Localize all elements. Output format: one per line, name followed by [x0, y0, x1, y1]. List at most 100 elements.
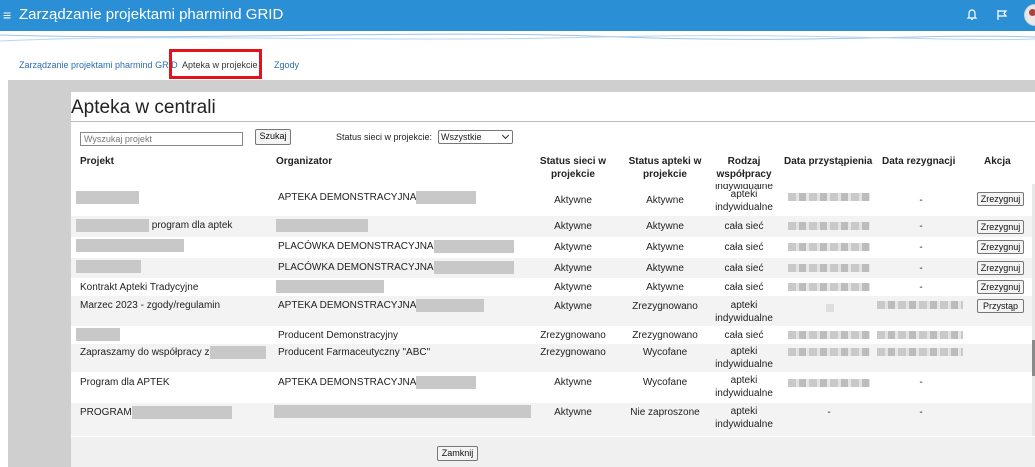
panel-footer [71, 437, 1035, 467]
column-header-data-rezygnacji: Data rezygnacji [882, 156, 956, 167]
row-rodzaj-line1: apteki [730, 189, 758, 200]
row-rodzaj-line1: apteki [730, 300, 758, 311]
redacted-project [209, 346, 266, 359]
row-rodzaj-line2: indywidualne [715, 202, 773, 213]
tab-project-management[interactable]: Zarządzanie projektami pharmind GRID [19, 60, 178, 70]
table-row: Kontrakt Apteki Tradycyjne Aktywne Aktyw… [71, 278, 1035, 296]
row-project: Program dla APTEK [80, 377, 170, 388]
redacted-organizer [433, 240, 514, 253]
flag-icon[interactable] [995, 8, 1009, 22]
app-bar: ≡ Zarządzanie projektami pharmind GRID [0, 0, 1035, 31]
header-wave-decoration [0, 33, 1035, 42]
redacted-organizer [276, 219, 368, 232]
table-row: Zapraszamy do współpracy z Producent Far… [71, 344, 1035, 372]
row-status-sieci: Aktywne [554, 282, 592, 293]
redacted-organizer [416, 376, 477, 389]
redacted-project [76, 191, 139, 204]
search-input[interactable] [80, 132, 243, 146]
redacted-project [76, 328, 120, 341]
redacted-join-date [788, 222, 870, 230]
row-rodzaj-line2: indywidualne [715, 359, 773, 370]
row-status-apteki: Aktywne [646, 242, 684, 253]
column-header-rodzaj: Rodzaj współpracy [716, 156, 772, 180]
row-data-rezygnacji: - [919, 242, 923, 253]
table-body: indywidualne APTEKA DEMONSTRACYJNA Aktyw… [71, 184, 1035, 436]
table-row: Program dla APTEK APTEKA DEMONSTRACYJNA … [71, 372, 1035, 403]
row-status-sieci: Aktywne [554, 301, 592, 312]
row-project: program dla aptek [151, 220, 233, 232]
row-data-rezygnacji: - [919, 282, 923, 293]
user-avatar-icon[interactable] [1024, 4, 1035, 26]
close-button[interactable]: Zamknij [437, 446, 478, 461]
chevron-down-icon [501, 131, 510, 140]
resign-button[interactable]: Zrezygnuj [977, 280, 1024, 294]
column-header-organizator: Organizator [276, 156, 333, 167]
redacted-join-date [788, 193, 870, 201]
panel-title: Apteka w centrali [71, 97, 1035, 122]
row-status-apteki: Aktywne [646, 195, 684, 206]
table-row: Producent Demonstracyjny Zrezygnowano Zr… [71, 326, 1035, 344]
row-organizer: APTEKA DEMONSTRACYJNA [278, 300, 417, 312]
join-button[interactable]: Przystąp [977, 299, 1024, 313]
redacted-join-date [826, 304, 834, 312]
row-rodzaj: cała sieć [724, 282, 764, 293]
row-rodzaj-line2: indywidualne [715, 313, 773, 324]
column-header-status-sieci: Status sieci w projekcie [539, 156, 607, 180]
table-row: PLACÓWKA DEMONSTRACYJNA Aktywne Aktywne … [71, 258, 1035, 278]
row-rodzaj-line1: apteki [730, 375, 758, 386]
table-row: PLACÓWKA DEMONSTRACYJNA Aktywne Aktywne … [71, 237, 1035, 258]
bell-icon[interactable] [965, 8, 979, 22]
row-status-apteki: Aktywne [646, 221, 684, 232]
row-rodzaj-line1: apteki [730, 406, 758, 417]
row-status-sieci: Aktywne [554, 221, 592, 232]
row-status-sieci: Zrezygnowano [540, 330, 606, 341]
redacted-join-date [788, 264, 870, 272]
redacted-resign-date [877, 331, 963, 339]
redacted-join-date [788, 348, 870, 356]
column-header-data-przystapienia: Data przystąpienia [784, 156, 873, 167]
status-filter-select[interactable]: Wszystkie [438, 130, 513, 144]
redacted-join-date [788, 379, 870, 387]
row-organizer: PLACÓWKA DEMONSTRACYJNA [278, 262, 434, 274]
row-data-rezygnacji: - [919, 195, 923, 206]
row-status-apteki: Zrezygnowano [632, 330, 698, 341]
row-organizer: APTEKA DEMONSTRACYJNA [278, 377, 417, 389]
row-status-apteki: Wycofane [642, 347, 688, 358]
table-row: PROGRAM Aktywne Nie zaproszone apteki in… [71, 403, 1035, 436]
tab-consents[interactable]: Zgody [274, 60, 299, 70]
resign-button[interactable]: Zrezygnuj [977, 240, 1024, 254]
status-filter-value: Wszystkie [441, 132, 482, 142]
resign-button[interactable]: Zrezygnuj [977, 192, 1024, 206]
tab-bar: Zarządzanie projektami pharmind GRID Apt… [0, 48, 1035, 80]
table-row: Marzec 2023 - zgody/regulamin APTEKA DEM… [71, 296, 1035, 326]
status-filter-label: Status sieci w projekcie: [336, 132, 433, 142]
redacted-organizer [274, 405, 531, 418]
row-rodzaj-line2: indywidualne [715, 419, 773, 430]
pharmacy-panel: Apteka w centrali Szukaj Status sieci w … [71, 92, 1035, 467]
redacted-join-date [788, 243, 870, 251]
column-header-status-apteki: Status apteki w projekcie [628, 156, 702, 180]
redacted-organizer [416, 191, 477, 204]
row-status-sieci: Aktywne [554, 263, 592, 274]
row-status-apteki: Nie zaproszone [630, 407, 700, 418]
search-button[interactable]: Szukaj [255, 129, 291, 145]
row-project: Zapraszamy do współpracy z [80, 347, 210, 359]
row-project: Marzec 2023 - zgody/regulamin [80, 300, 221, 311]
column-header-akcja: Akcja [984, 156, 1011, 167]
redacted-organizer [416, 299, 485, 312]
redacted-join-date [788, 283, 870, 291]
resign-button[interactable]: Zrezygnuj [977, 220, 1024, 234]
row-rodzaj-line2: indywidualne [715, 388, 773, 399]
resign-button[interactable]: Zrezygnuj [977, 261, 1024, 275]
redacted-project [131, 406, 232, 419]
row-data-przystapienia: - [827, 407, 831, 418]
row-rodzaj: cała sieć [724, 221, 764, 232]
row-rodzaj: cała sieć [724, 242, 764, 253]
row-organizer: APTEKA DEMONSTRACYJNA [278, 192, 417, 204]
hamburger-icon[interactable]: ≡ [3, 7, 11, 23]
row-status-apteki: Wycofane [642, 377, 688, 388]
row-status-sieci: Aktywne [554, 407, 592, 418]
row-data-rezygnacji: - [919, 377, 923, 388]
redacted-resign-date [877, 301, 963, 309]
table-row: APTEKA DEMONSTRACYJNA Aktywne Aktywne ap… [71, 188, 1035, 216]
